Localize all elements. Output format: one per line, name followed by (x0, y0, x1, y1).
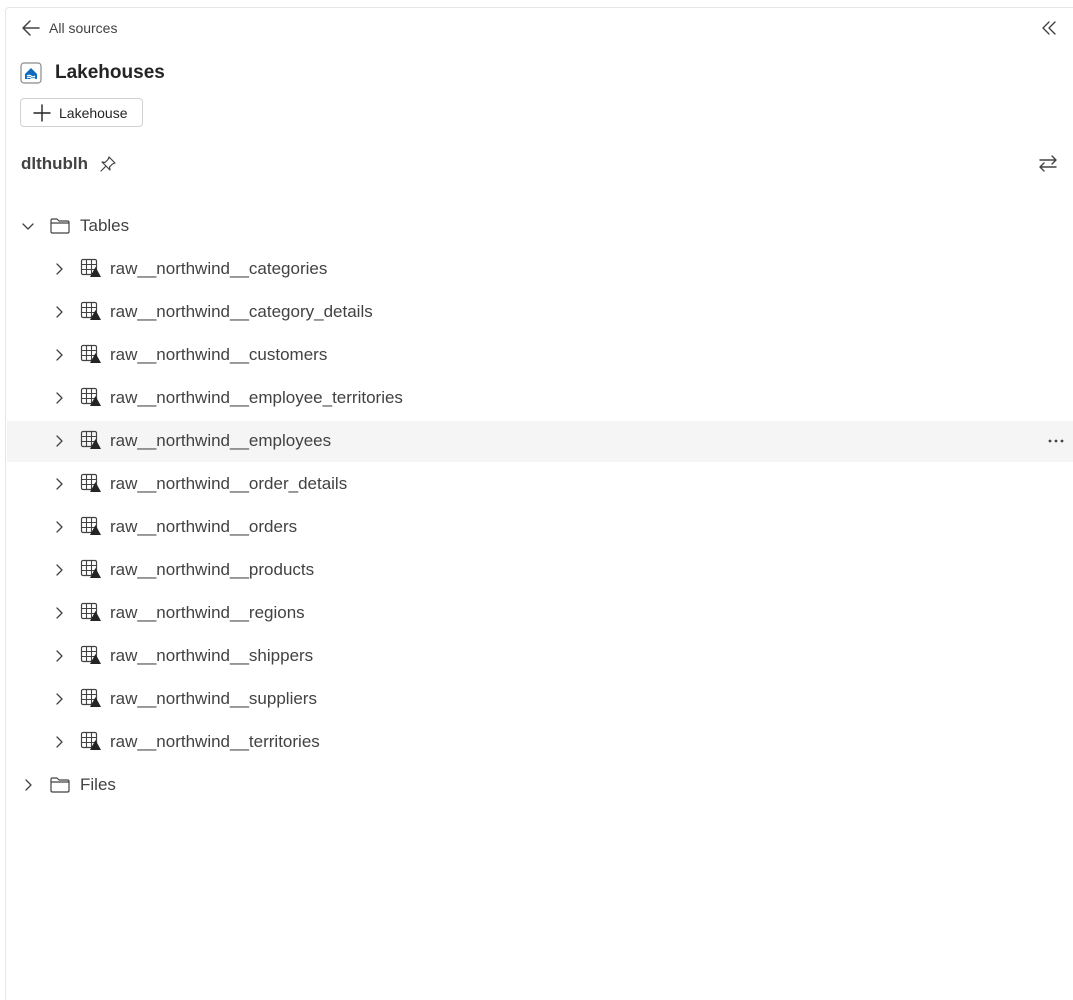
table-name: raw__northwind__regions (110, 603, 305, 622)
chevron-right-icon[interactable] (52, 262, 66, 276)
chevron-right-icon[interactable] (52, 434, 66, 448)
page-title: Lakehouses (55, 62, 165, 83)
chevron-right-icon[interactable] (52, 563, 66, 577)
delta-table-icon (80, 386, 102, 408)
add-lakehouse-label: Lakehouse (59, 104, 128, 121)
delta-table-icon (80, 429, 102, 451)
delta-table-icon (80, 515, 102, 537)
delta-table-icon (80, 644, 102, 666)
table-row[interactable]: raw__northwind__territories (7, 722, 1073, 763)
add-lakehouse-button[interactable]: Lakehouse (20, 98, 143, 127)
folder-icon (49, 776, 71, 794)
double-chevron-left-icon (1039, 18, 1059, 38)
table-name: raw__northwind__employee_territories (110, 388, 403, 407)
chevron-right-icon[interactable] (52, 692, 66, 706)
table-row[interactable]: raw__northwind__category_details (7, 292, 1073, 333)
table-name: raw__northwind__categories (110, 259, 328, 278)
tables-folder-label: Tables (80, 216, 130, 235)
lakehouse-app-icon (20, 62, 42, 84)
table-name: raw__northwind__suppliers (110, 689, 317, 708)
table-name: raw__northwind__orders (110, 517, 298, 536)
chevron-right-icon[interactable] (52, 606, 66, 620)
table-row[interactable]: raw__northwind__suppliers (7, 679, 1073, 720)
table-name: raw__northwind__territories (110, 732, 320, 751)
table-row[interactable]: raw__northwind__order_details (7, 464, 1073, 505)
tables-folder-row[interactable]: Tables (7, 206, 1073, 247)
delta-table-icon (80, 730, 102, 752)
more-options-icon[interactable] (1046, 431, 1066, 451)
chevron-right-icon[interactable] (52, 305, 66, 319)
table-row[interactable]: raw__northwind__products (7, 550, 1073, 591)
switch-lakehouse-button[interactable] (1037, 152, 1059, 174)
back-to-all-sources-link[interactable]: All sources (21, 17, 117, 39)
table-row[interactable]: raw__northwind__shippers (7, 636, 1073, 677)
table-name: raw__northwind__shippers (110, 646, 314, 665)
plus-icon (33, 103, 51, 122)
page-title-row: Lakehouses (20, 59, 165, 87)
chevron-right-icon[interactable] (52, 649, 66, 663)
delta-table-icon (80, 257, 102, 279)
chevron-right-icon[interactable] (52, 735, 66, 749)
table-row[interactable]: raw__northwind__employee_territories (7, 378, 1073, 419)
table-row[interactable]: raw__northwind__employees (7, 421, 1073, 462)
chevron-down-icon[interactable] (21, 219, 35, 233)
chevron-right-icon[interactable] (52, 348, 66, 362)
lakehouse-name-row: dlthublh (21, 151, 117, 177)
delta-table-icon (80, 687, 102, 709)
table-name: raw__northwind__category_details (110, 302, 373, 321)
table-row[interactable]: raw__northwind__customers (7, 335, 1073, 376)
chevron-right-icon[interactable] (21, 778, 35, 792)
explorer-panel: All sources Lakehouses Lakehouse dlthubl… (5, 7, 1073, 1000)
arrows-swap-icon (1037, 152, 1059, 174)
table-name: raw__northwind__customers (110, 345, 328, 364)
delta-table-icon (80, 601, 102, 623)
table-row[interactable]: raw__northwind__orders (7, 507, 1073, 548)
chevron-right-icon[interactable] (52, 520, 66, 534)
back-link-label: All sources (49, 20, 118, 36)
collapse-panel-button[interactable] (1039, 18, 1059, 38)
table-name: raw__northwind__employees (110, 431, 332, 450)
table-name: raw__northwind__order_details (110, 474, 348, 493)
delta-table-icon (80, 558, 102, 580)
delta-table-icon (80, 472, 102, 494)
folder-icon (49, 217, 71, 235)
chevron-right-icon[interactable] (52, 391, 66, 405)
lakehouse-name: dlthublh (21, 154, 89, 173)
delta-table-icon (80, 343, 102, 365)
files-folder-label: Files (80, 775, 116, 794)
table-row[interactable]: raw__northwind__categories (7, 249, 1073, 290)
table-name: raw__northwind__products (110, 560, 315, 579)
delta-table-icon (80, 300, 102, 322)
files-folder-row[interactable]: Files (7, 765, 1073, 806)
table-row[interactable]: raw__northwind__regions (7, 593, 1073, 634)
arrow-left-icon (21, 19, 41, 37)
pin-icon[interactable] (99, 155, 117, 173)
chevron-right-icon[interactable] (52, 477, 66, 491)
